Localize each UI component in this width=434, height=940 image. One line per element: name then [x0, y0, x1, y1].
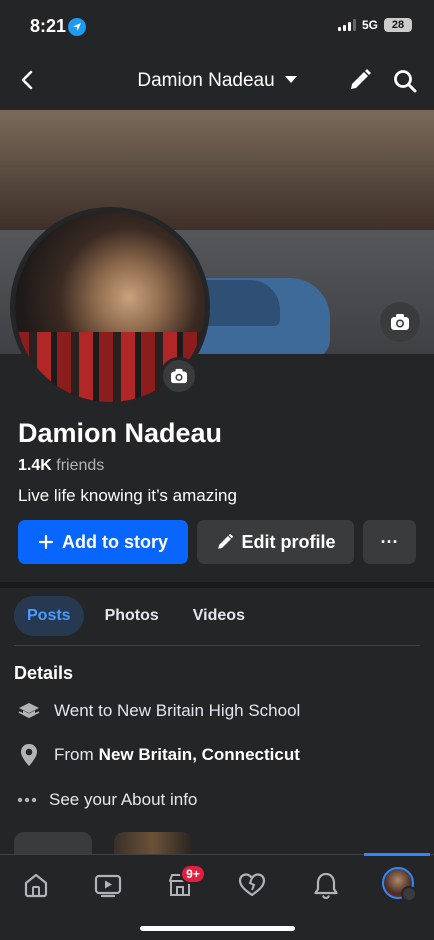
home-indicator [140, 926, 295, 931]
graduation-cap-icon [16, 698, 42, 724]
see-about-info-link[interactable]: See your About info [16, 787, 197, 813]
section-divider [0, 582, 434, 588]
detail-from-prefix: From [54, 745, 94, 764]
active-tab-indicator [364, 853, 430, 856]
network-label: 5G [361, 18, 378, 32]
see-about-info-text: See your About info [49, 790, 198, 809]
pencil-icon[interactable] [348, 68, 372, 92]
add-to-story-label: Add to story [62, 531, 168, 552]
menu-icon [401, 886, 417, 902]
detail-from-place: New Britain, Connecticut [98, 745, 300, 764]
tabs-divider [14, 645, 420, 646]
add-to-story-button[interactable]: Add to story [18, 520, 188, 564]
featured-thumbnail[interactable] [14, 832, 92, 854]
more-options-icon: ··· [380, 531, 399, 552]
more-dots-icon [16, 787, 38, 813]
profile-tabs: Posts Photos Videos [14, 596, 258, 636]
profile-menu[interactable] [382, 867, 417, 902]
status-time: 8:21 [30, 16, 67, 36]
caret-down-icon [284, 76, 297, 83]
avatar-camera-icon[interactable] [160, 357, 198, 395]
cellular-signal-icon [337, 19, 356, 31]
tab-posts[interactable]: Posts [14, 596, 84, 636]
cover-camera-icon[interactable] [380, 302, 420, 342]
detail-school-text: Went to New Britain High School [54, 701, 301, 720]
profile-actions: Add to story Edit profile ··· [18, 520, 416, 564]
profile-header: Damion Nadeau [0, 56, 434, 106]
location-arrow-icon [68, 18, 86, 36]
profile-name: Damion Nadeau [18, 418, 223, 448]
location-pin-icon [16, 742, 42, 768]
home-icon[interactable] [18, 867, 54, 903]
tab-videos[interactable]: Videos [180, 596, 258, 636]
edit-profile-button[interactable]: Edit profile [197, 520, 354, 564]
search-icon[interactable] [392, 68, 418, 94]
details-title: Details [14, 663, 74, 683]
featured-thumbnails [14, 832, 434, 854]
tab-photos[interactable]: Photos [92, 596, 172, 636]
status-indicators: 5G 28 [337, 18, 412, 32]
profile-bio: Live life knowing it’s amazing [18, 486, 237, 505]
friends-label: friends [56, 457, 105, 474]
header-title-text: Damion Nadeau [137, 70, 275, 91]
battery-icon: 28 [384, 18, 412, 32]
edit-profile-label: Edit profile [241, 531, 336, 552]
notifications-icon[interactable] [308, 867, 344, 903]
pencil-icon [216, 533, 234, 551]
detail-school[interactable]: Went to New Britain High School [16, 698, 300, 724]
more-options-button[interactable]: ··· [363, 520, 416, 564]
plus-icon [38, 534, 54, 550]
status-bar: 8:21 5G 28 [0, 0, 434, 54]
featured-thumbnail[interactable] [114, 832, 192, 854]
video-icon[interactable] [90, 867, 126, 903]
marketplace-badge: 9+ [180, 864, 206, 884]
detail-hometown[interactable]: From New Britain, Connecticut [16, 742, 300, 768]
friends-count[interactable]: 1.4K friends [18, 457, 104, 475]
dating-icon[interactable] [234, 867, 270, 903]
friends-count-number: 1.4K [18, 457, 52, 474]
cover-sky [0, 110, 434, 230]
